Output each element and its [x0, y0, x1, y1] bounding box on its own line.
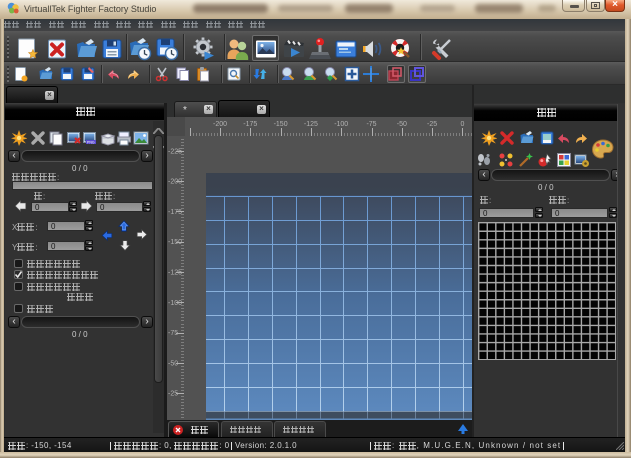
svg-text:-25: -25 [168, 391, 178, 398]
svg-text:-50: -50 [397, 121, 407, 128]
svg-text:-225: -225 [168, 148, 182, 155]
svg-text:-100: -100 [168, 300, 182, 307]
svg-text:-150: -150 [168, 239, 182, 246]
svg-text:-200: -200 [168, 179, 182, 186]
svg-text:-125: -125 [304, 121, 318, 128]
svg-text:-175: -175 [168, 209, 182, 216]
svg-text:-75: -75 [366, 121, 376, 128]
svg-text:-200: -200 [213, 121, 227, 128]
svg-text:-25: -25 [427, 121, 437, 128]
svg-text:-100: -100 [334, 121, 348, 128]
svg-text:-125: -125 [168, 270, 182, 277]
svg-text:-50: -50 [168, 360, 178, 367]
svg-text:-175: -175 [243, 121, 257, 128]
svg-text:-150: -150 [274, 121, 288, 128]
svg-text:PNG: PNG [87, 141, 95, 145]
svg-text:0: 0 [460, 121, 464, 128]
svg-text:-75: -75 [168, 330, 178, 337]
